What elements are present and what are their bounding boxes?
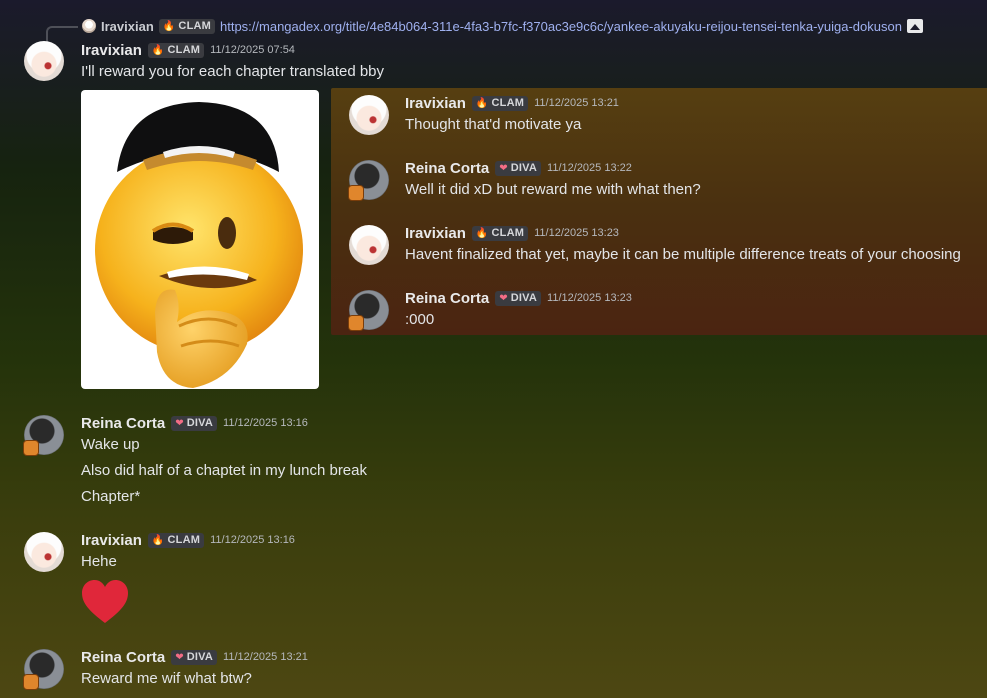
timestamp[interactable]: 11/12/2025 13:22	[547, 162, 632, 174]
role-tag-label: CLAM	[491, 227, 525, 239]
message-text: Chapter*	[81, 488, 141, 505]
role-tag: 🔥 CLAM	[471, 225, 529, 241]
message-text: Also did half of a chaptet in my lunch b…	[81, 462, 367, 479]
username[interactable]: Reina Corta	[81, 649, 165, 666]
message-text: Wake up	[81, 436, 140, 453]
role-tag-label: DIVA	[186, 651, 214, 663]
message-header: Iravixian 🔥 CLAM 11/12/2025 13:21	[405, 93, 619, 113]
role-tag: ❤ DIVA	[171, 649, 218, 665]
smirking-emoji-with-cap-icon	[95, 102, 303, 388]
role-tag-label: DIVA	[186, 417, 214, 429]
fire-icon: 🔥	[475, 227, 489, 239]
username[interactable]: Iravixian	[405, 95, 466, 112]
heart-icon: ❤	[499, 292, 508, 304]
fire-icon: 🔥	[151, 44, 165, 56]
timestamp[interactable]: 11/12/2025 13:23	[534, 227, 619, 239]
red-heart-emoji-icon[interactable]	[81, 579, 129, 625]
heart-icon: ❤	[499, 162, 508, 174]
message-text: Thought that'd motivate ya	[405, 116, 582, 133]
role-tag-label: CLAM	[167, 44, 201, 56]
timestamp[interactable]: 11/12/2025 13:21	[534, 97, 619, 109]
role-tag-label: CLAM	[167, 534, 201, 546]
heart-icon: ❤	[175, 651, 184, 663]
message-header: Reina Corta ❤ DIVA 11/12/2025 13:23	[405, 288, 632, 308]
username[interactable]: Iravixian	[81, 532, 142, 549]
fire-icon: 🔥	[475, 97, 489, 109]
timestamp[interactable]: 11/12/2025 13:16	[210, 534, 295, 546]
username[interactable]: Reina Corta	[81, 415, 165, 432]
cat-badge-icon	[23, 674, 39, 690]
reply-link[interactable]: https://mangadex.org/title/4e84b064-311e…	[220, 19, 902, 34]
smirking-emoji-attachment[interactable]	[81, 90, 319, 389]
role-tag: 🔥 CLAM	[471, 95, 529, 111]
heart-icon: ❤	[175, 417, 184, 429]
message-text: Hehe	[81, 553, 117, 570]
reply-tag-label: CLAM	[178, 20, 211, 32]
message-text: :000	[405, 311, 435, 328]
username[interactable]: Iravixian	[405, 225, 466, 242]
fire-icon: 🔥	[151, 534, 165, 546]
username[interactable]: Iravixian	[81, 42, 142, 59]
role-tag: ❤ DIVA	[495, 160, 542, 176]
cat-badge-icon	[348, 315, 364, 331]
reply-author[interactable]: Iravixian	[101, 19, 154, 34]
role-tag: 🔥 CLAM	[147, 42, 205, 58]
avatar[interactable]	[349, 225, 389, 265]
message-header: Iravixian 🔥 CLAM 11/12/2025 07:54	[81, 40, 295, 60]
reply-spine	[46, 26, 78, 42]
message-text: Reward me wif what btw?	[81, 670, 252, 687]
message-header: Reina Corta ❤ DIVA 11/12/2025 13:21	[81, 647, 308, 667]
avatar[interactable]	[24, 41, 64, 81]
role-tag-label: DIVA	[510, 292, 538, 304]
overlay-message-panel: Iravixian 🔥 CLAM 11/12/2025 13:21 Thought…	[331, 88, 987, 335]
role-tag: 🔥 CLAM	[147, 532, 205, 548]
timestamp[interactable]: 11/12/2025 07:54	[210, 44, 295, 56]
role-tag-label: CLAM	[491, 97, 525, 109]
username[interactable]: Reina Corta	[405, 160, 489, 177]
timestamp[interactable]: 11/12/2025 13:16	[223, 417, 308, 429]
reply-reference[interactable]: Iravixian 🔥 CLAM https://mangadex.org/tit…	[82, 17, 923, 35]
image-icon[interactable]	[906, 19, 923, 33]
role-tag: ❤ DIVA	[495, 290, 542, 306]
avatar[interactable]	[24, 532, 64, 572]
avatar[interactable]	[349, 95, 389, 135]
message-text: Well it did xD but reward me with what t…	[405, 181, 701, 198]
message-header: Iravixian 🔥 CLAM 11/12/2025 13:16	[81, 530, 295, 550]
reply-tag: 🔥 CLAM	[158, 18, 215, 34]
timestamp[interactable]: 11/12/2025 13:21	[223, 651, 308, 663]
fire-icon: 🔥	[162, 20, 176, 32]
cat-badge-icon	[348, 185, 364, 201]
reply-avatar	[82, 19, 96, 33]
role-tag-label: DIVA	[510, 162, 538, 174]
message-text: Havent finalized that yet, maybe it can …	[405, 246, 961, 263]
message-text: I'll reward you for each chapter transla…	[81, 63, 385, 80]
message-header: Reina Corta ❤ DIVA 11/12/2025 13:16	[81, 413, 308, 433]
role-tag: ❤ DIVA	[171, 415, 218, 431]
message-header: Iravixian 🔥 CLAM 11/12/2025 13:23	[405, 223, 619, 243]
username[interactable]: Reina Corta	[405, 290, 489, 307]
cat-badge-icon	[23, 440, 39, 456]
message-header: Reina Corta ❤ DIVA 11/12/2025 13:22	[405, 158, 632, 178]
timestamp[interactable]: 11/12/2025 13:23	[547, 292, 632, 304]
